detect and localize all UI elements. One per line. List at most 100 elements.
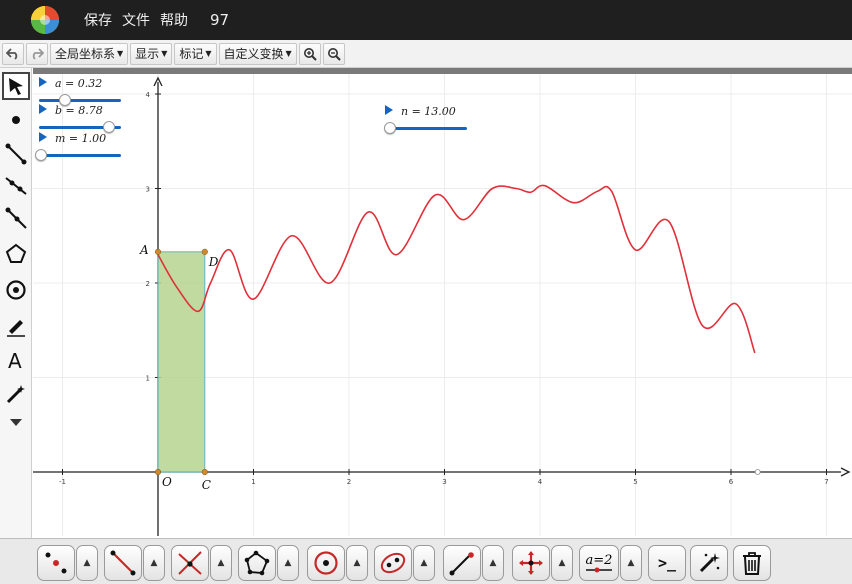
zoom-out-icon — [327, 47, 341, 61]
x-tick-label: 4 — [538, 478, 543, 486]
custom-transform-label: 自定义变换 — [223, 47, 284, 61]
ray-tool-button[interactable] — [2, 204, 30, 232]
point-c[interactable] — [201, 468, 208, 476]
label-o: O — [162, 475, 172, 489]
trash-icon — [743, 552, 761, 575]
coordinate-system-label: 全局坐标系 — [55, 47, 116, 61]
point-tools-button[interactable] — [37, 545, 75, 581]
circle-tools-button[interactable] — [307, 545, 345, 581]
slider-a-label: a = 0.32 — [55, 77, 103, 90]
y-tick-label: 4 — [146, 91, 151, 99]
play-icon[interactable] — [39, 77, 47, 87]
point-tool-icon — [45, 552, 67, 574]
slider-m-knob[interactable] — [35, 149, 47, 161]
x-tick-label: 3 — [442, 478, 446, 486]
zoom-in-button[interactable] — [298, 42, 321, 65]
more-tools-button[interactable] — [2, 408, 30, 436]
move-tool-button[interactable] — [2, 72, 30, 100]
segment-tool-icon — [110, 550, 136, 576]
redo-button[interactable] — [26, 42, 48, 65]
circle-tool-button[interactable] — [2, 276, 30, 304]
display-dropdown[interactable]: 显示 ▼ — [130, 42, 173, 65]
bottom-toolbar: ▲ ▲ ▲ ▲ ▲ ▲ ▲ ▲ a=2 ▲ >_ — [0, 538, 852, 584]
menu-help[interactable]: 帮助 — [160, 10, 188, 30]
slider-tools-menu[interactable]: ▲ — [620, 545, 642, 581]
ellipse-tools-button[interactable] — [374, 545, 412, 581]
polygon-tool-button[interactable] — [2, 240, 30, 268]
label-c: C — [202, 478, 211, 492]
delete-tool-button[interactable] — [733, 545, 771, 581]
end-point[interactable] — [754, 469, 761, 475]
circle-tools-menu[interactable]: ▲ — [346, 545, 368, 581]
play-icon[interactable] — [39, 132, 47, 142]
label-a: A — [139, 243, 149, 257]
ray-tools-menu[interactable]: ▲ — [482, 545, 504, 581]
slider-a-track[interactable] — [39, 99, 121, 102]
menu-bar: 保存 文件 帮助 97 — [0, 0, 852, 40]
ray-tools-button[interactable] — [443, 545, 481, 581]
transform-tool-icon — [519, 551, 543, 575]
caret-down-icon: ▼ — [117, 49, 124, 58]
caret-down-icon: ▼ — [205, 49, 212, 58]
polygon-tools-menu[interactable]: ▲ — [277, 545, 299, 581]
magic-tool-bottom-button[interactable] — [690, 545, 728, 581]
segment-tool-button[interactable] — [2, 140, 30, 168]
segment-tools-menu[interactable]: ▲ — [143, 545, 165, 581]
play-icon[interactable] — [39, 104, 47, 114]
display-label: 显示 — [135, 47, 160, 61]
slider-n-knob[interactable] — [384, 122, 396, 134]
slider-n-track[interactable] — [385, 127, 467, 130]
menu-file[interactable]: 文件 — [122, 10, 150, 30]
point-tool-button[interactable] — [2, 106, 30, 134]
mark-dropdown[interactable]: 标记 ▼ — [174, 42, 217, 65]
command-tool-button[interactable]: >_ — [648, 545, 686, 581]
pen-tool-button[interactable] — [2, 312, 30, 340]
y-tick-label: 1 — [146, 375, 150, 383]
caret-down-icon: ▼ — [161, 49, 168, 58]
x-tick-label: 7 — [824, 478, 828, 486]
play-icon[interactable] — [385, 105, 393, 115]
text-tool-button[interactable]: A — [2, 346, 30, 374]
transform-tools-button[interactable] — [512, 545, 550, 581]
point-a[interactable] — [154, 248, 162, 255]
redo-icon — [32, 47, 44, 60]
slider-n-label: n = 13.00 — [401, 105, 456, 118]
intersection-tools-button[interactable] — [171, 545, 209, 581]
ray-icon — [5, 207, 27, 229]
y-tick-label: 3 — [146, 186, 150, 194]
text-icon: A — [8, 349, 22, 371]
undo-icon — [6, 47, 18, 60]
mark-label: 标记 — [179, 47, 204, 61]
x-tick-label: -1 — [59, 478, 66, 486]
undo-button[interactable] — [2, 42, 24, 65]
graph-plot[interactable]: -1 1 2 3 4 5 6 7 1 2 3 4 A D O C — [33, 74, 852, 536]
slider-tool-button[interactable]: a=2 — [579, 545, 619, 581]
graphics-view[interactable]: -1 1 2 3 4 5 6 7 1 2 3 4 A D O C a = 0.32 b = 8.78 m =… — [33, 74, 852, 536]
polygon-tools-button[interactable] — [238, 545, 276, 581]
intersection-tools-menu[interactable]: ▲ — [210, 545, 232, 581]
custom-transform-dropdown[interactable]: 自定义变换 ▼ — [218, 42, 297, 65]
green-rectangle[interactable] — [157, 251, 206, 473]
magic-tool-button[interactable] — [2, 380, 30, 408]
zoom-in-icon — [303, 47, 317, 61]
x-tick-label: 1 — [251, 478, 255, 486]
menu-save[interactable]: 保存 — [84, 10, 112, 30]
coordinate-system-dropdown[interactable]: 全局坐标系 ▼ — [50, 42, 129, 65]
slider-m-track[interactable] — [39, 154, 121, 157]
slider-b-label: b = 8.78 — [55, 104, 103, 117]
line-tool-button[interactable] — [2, 172, 30, 200]
transform-tools-menu[interactable]: ▲ — [551, 545, 573, 581]
point-icon — [12, 116, 20, 124]
points: A D O C — [139, 243, 761, 492]
x-tick-label: 6 — [729, 478, 734, 486]
segment-tools-button[interactable] — [104, 545, 142, 581]
point-o[interactable] — [154, 468, 162, 476]
slider-tool-icon — [586, 567, 612, 572]
ellipse-tools-menu[interactable]: ▲ — [413, 545, 435, 581]
point-d[interactable] — [201, 248, 208, 255]
function-curve[interactable] — [157, 184, 756, 354]
point-tools-menu[interactable]: ▲ — [76, 545, 98, 581]
svg-text:A: A — [8, 349, 22, 371]
zoom-out-button[interactable] — [322, 42, 345, 65]
intersection-tool-icon — [178, 551, 202, 575]
